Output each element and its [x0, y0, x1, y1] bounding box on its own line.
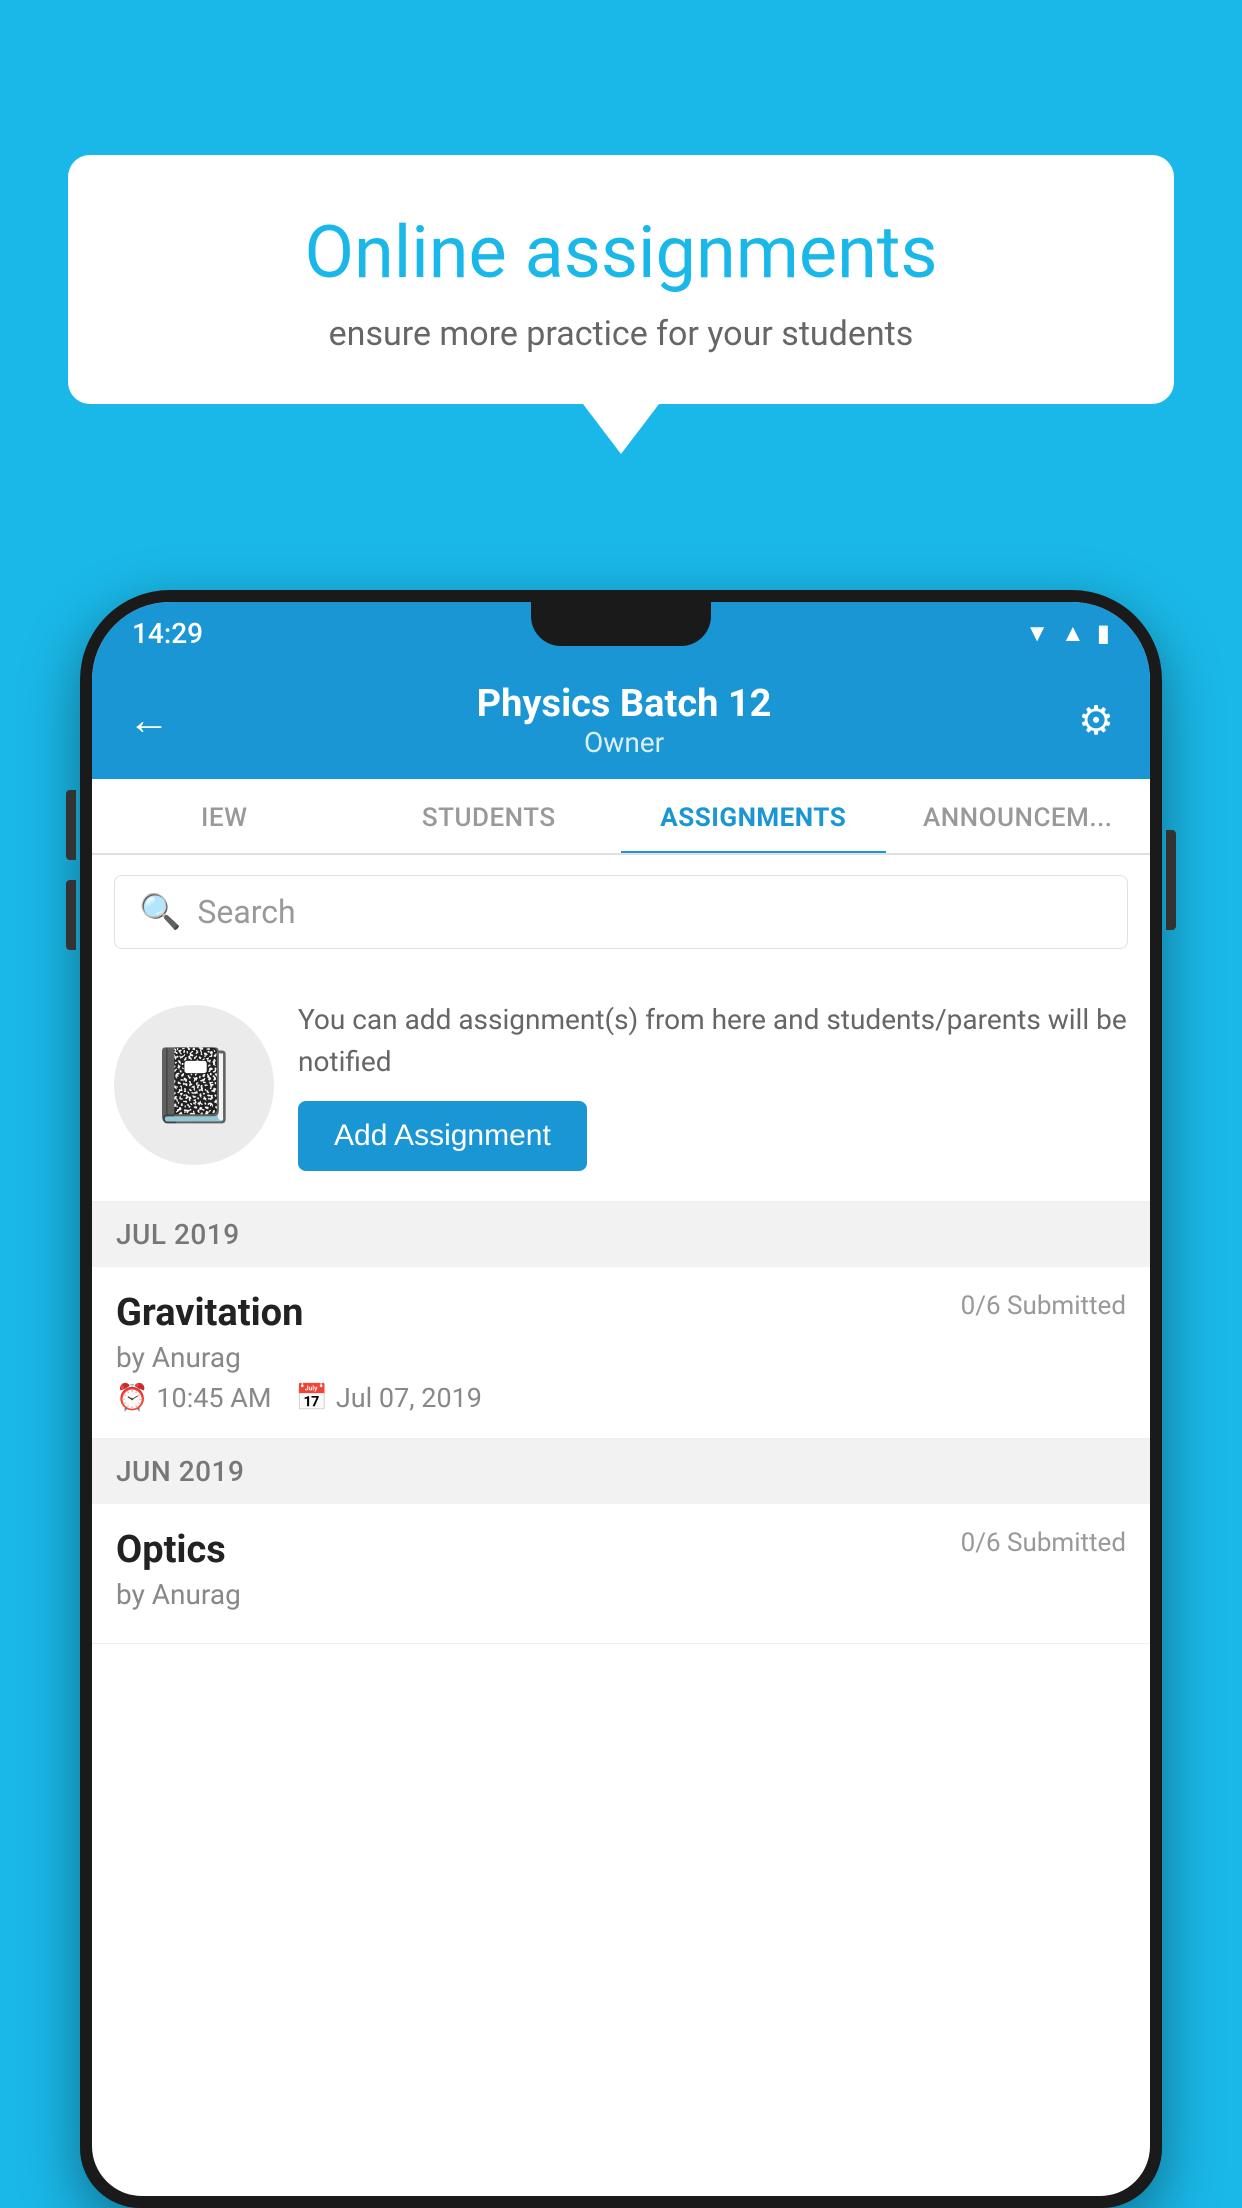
phone-screen: 14:29 ▼ ▲ ▮ ← Physics Batch 12 Owner ⚙ I…	[92, 602, 1150, 2196]
assignment-by: by Anurag	[116, 1341, 1126, 1374]
promo-right: You can add assignment(s) from here and …	[298, 999, 1128, 1171]
tab-announcements[interactable]: ANNOUNCEM...	[886, 779, 1151, 853]
phone-frame: 14:29 ▼ ▲ ▮ ← Physics Batch 12 Owner ⚙ I…	[80, 590, 1162, 2208]
speech-bubble-title: Online assignments	[128, 210, 1114, 296]
search-icon: 🔍	[139, 892, 181, 932]
volume-down-button[interactable]	[66, 880, 76, 950]
status-icons: ▼ ▲ ▮	[1025, 619, 1110, 648]
assignment-submitted-optics: 0/6 Submitted	[961, 1528, 1126, 1558]
clock-icon: ⏰	[116, 1383, 148, 1413]
search-bar[interactable]: 🔍 Search	[114, 875, 1128, 949]
assignment-time: ⏰ 10:45 AM	[116, 1382, 272, 1414]
notebook-icon: 📓	[149, 1043, 239, 1128]
volume-up-button[interactable]	[66, 790, 76, 860]
content-area: 🔍 Search 📓 You can add assignment(s) fro…	[92, 855, 1150, 1644]
speech-bubble-container: Online assignments ensure more practice …	[68, 155, 1174, 454]
signal-icon: ▲	[1061, 619, 1085, 648]
month-header-jul: JUL 2019	[92, 1202, 1150, 1267]
tab-iew[interactable]: IEW	[92, 779, 357, 853]
assignment-meta: ⏰ 10:45 AM 📅 Jul 07, 2019	[116, 1382, 1126, 1414]
status-time: 14:29	[132, 617, 203, 650]
header-center: Physics Batch 12 Owner	[170, 682, 1078, 759]
tabs-bar: IEW STUDENTS ASSIGNMENTS ANNOUNCEM...	[92, 779, 1150, 855]
tab-students[interactable]: STUDENTS	[357, 779, 622, 853]
month-header-jun: JUN 2019	[92, 1439, 1150, 1504]
settings-icon[interactable]: ⚙	[1078, 697, 1114, 744]
wifi-icon: ▼	[1025, 619, 1049, 648]
assignment-name: Gravitation	[116, 1291, 303, 1335]
search-placeholder: Search	[197, 893, 295, 931]
tab-assignments[interactable]: ASSIGNMENTS	[621, 779, 886, 855]
search-container: 🔍 Search	[92, 855, 1150, 969]
assignment-promo: 📓 You can add assignment(s) from here an…	[92, 969, 1150, 1202]
promo-icon-circle: 📓	[114, 1005, 274, 1165]
assignment-by-optics: by Anurag	[116, 1578, 1126, 1611]
speech-bubble-subtitle: ensure more practice for your students	[128, 314, 1114, 354]
speech-bubble: Online assignments ensure more practice …	[68, 155, 1174, 404]
add-assignment-button[interactable]: Add Assignment	[298, 1101, 587, 1171]
battery-icon: ▮	[1097, 619, 1110, 647]
assignment-date: 📅 Jul 07, 2019	[296, 1382, 482, 1414]
app-header: ← Physics Batch 12 Owner ⚙	[92, 664, 1150, 779]
promo-text: You can add assignment(s) from here and …	[298, 999, 1128, 1083]
power-button[interactable]	[1166, 830, 1176, 930]
assignment-submitted: 0/6 Submitted	[961, 1291, 1126, 1321]
phone-notch	[531, 602, 711, 646]
calendar-icon: 📅	[296, 1383, 328, 1413]
back-button[interactable]: ←	[128, 696, 170, 745]
assignment-name-optics: Optics	[116, 1528, 226, 1572]
header-subtitle: Owner	[170, 726, 1078, 759]
speech-bubble-arrow	[583, 404, 659, 454]
assignment-item-optics[interactable]: Optics 0/6 Submitted by Anurag	[92, 1504, 1150, 1644]
assignment-top-row-optics: Optics 0/6 Submitted	[116, 1528, 1126, 1572]
assignment-item-gravitation[interactable]: Gravitation 0/6 Submitted by Anurag ⏰ 10…	[92, 1267, 1150, 1439]
header-title: Physics Batch 12	[170, 682, 1078, 726]
assignment-top-row: Gravitation 0/6 Submitted	[116, 1291, 1126, 1335]
